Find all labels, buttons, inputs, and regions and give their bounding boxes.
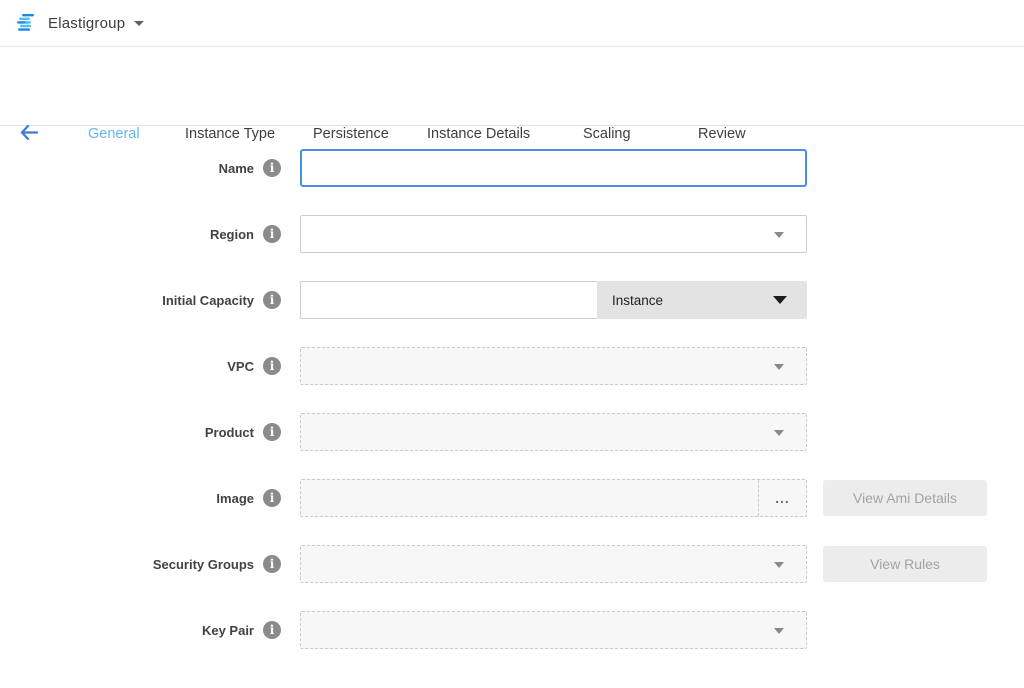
info-icon[interactable]: i xyxy=(263,225,281,243)
form-row-image: Image i ... View Ami Details xyxy=(0,479,1024,517)
image-input: ... xyxy=(300,479,807,517)
tab-scaling[interactable]: Scaling xyxy=(583,126,631,142)
info-icon[interactable]: i xyxy=(263,621,281,639)
form-row-initial-capacity: Initial Capacity i Instance xyxy=(0,281,1024,319)
name-input[interactable] xyxy=(300,149,807,187)
chevron-down-icon xyxy=(774,628,784,634)
chevron-down-icon xyxy=(773,296,787,304)
security-groups-label: Security Groups xyxy=(153,557,254,572)
product-label: Product xyxy=(205,425,254,440)
chevron-down-icon xyxy=(134,21,144,26)
product-select xyxy=(300,413,807,451)
tab-instance-type[interactable]: Instance Type xyxy=(185,126,275,142)
tab-review[interactable]: Review xyxy=(698,126,746,142)
app-switcher[interactable]: Elastigroup xyxy=(16,13,144,33)
topbar: Elastigroup xyxy=(0,0,1024,47)
info-icon[interactable]: i xyxy=(263,159,281,177)
info-icon[interactable]: i xyxy=(263,555,281,573)
back-arrow-icon[interactable] xyxy=(19,124,38,141)
chevron-down-icon xyxy=(774,364,784,370)
capacity-unit-select[interactable]: Instance xyxy=(597,281,807,319)
name-label: Name xyxy=(219,161,254,176)
form-row-name: Name i xyxy=(0,149,1024,187)
tab-instance-details[interactable]: Instance Details xyxy=(427,126,530,142)
key-pair-select xyxy=(300,611,807,649)
vpc-label: VPC xyxy=(227,359,254,374)
security-groups-select xyxy=(300,545,807,583)
browse-image-button[interactable]: ... xyxy=(758,480,806,516)
form-row-vpc: VPC i xyxy=(0,347,1024,385)
info-icon[interactable]: i xyxy=(263,423,281,441)
image-label: Image xyxy=(216,491,254,506)
elastigroup-logo-icon xyxy=(16,13,38,33)
form-row-region: Region i xyxy=(0,215,1024,253)
form-row-product: Product i xyxy=(0,413,1024,451)
view-ami-details-button[interactable]: View Ami Details xyxy=(823,480,987,516)
wizard-tabbar: General Instance Type Persistence Instan… xyxy=(0,47,1024,126)
chevron-down-icon xyxy=(774,562,784,568)
tab-general[interactable]: General xyxy=(88,126,140,142)
form-row-key-pair: Key Pair i xyxy=(0,611,1024,649)
initial-capacity-label: Initial Capacity xyxy=(162,293,254,308)
chevron-down-icon xyxy=(774,232,784,238)
region-label: Region xyxy=(210,227,254,242)
initial-capacity-input[interactable] xyxy=(300,281,597,319)
form-row-security-groups: Security Groups i View Rules xyxy=(0,545,1024,583)
info-icon[interactable]: i xyxy=(263,357,281,375)
capacity-unit-value: Instance xyxy=(612,293,663,308)
key-pair-label: Key Pair xyxy=(202,623,254,638)
tab-persistence[interactable]: Persistence xyxy=(313,126,389,142)
region-select[interactable] xyxy=(300,215,807,253)
general-settings-form: Name i Region i Initial Capacity i xyxy=(0,126,1024,649)
vpc-select xyxy=(300,347,807,385)
app-name: Elastigroup xyxy=(48,15,125,32)
info-icon[interactable]: i xyxy=(263,291,281,309)
view-rules-button[interactable]: View Rules xyxy=(823,546,987,582)
chevron-down-icon xyxy=(774,430,784,436)
info-icon[interactable]: i xyxy=(263,489,281,507)
